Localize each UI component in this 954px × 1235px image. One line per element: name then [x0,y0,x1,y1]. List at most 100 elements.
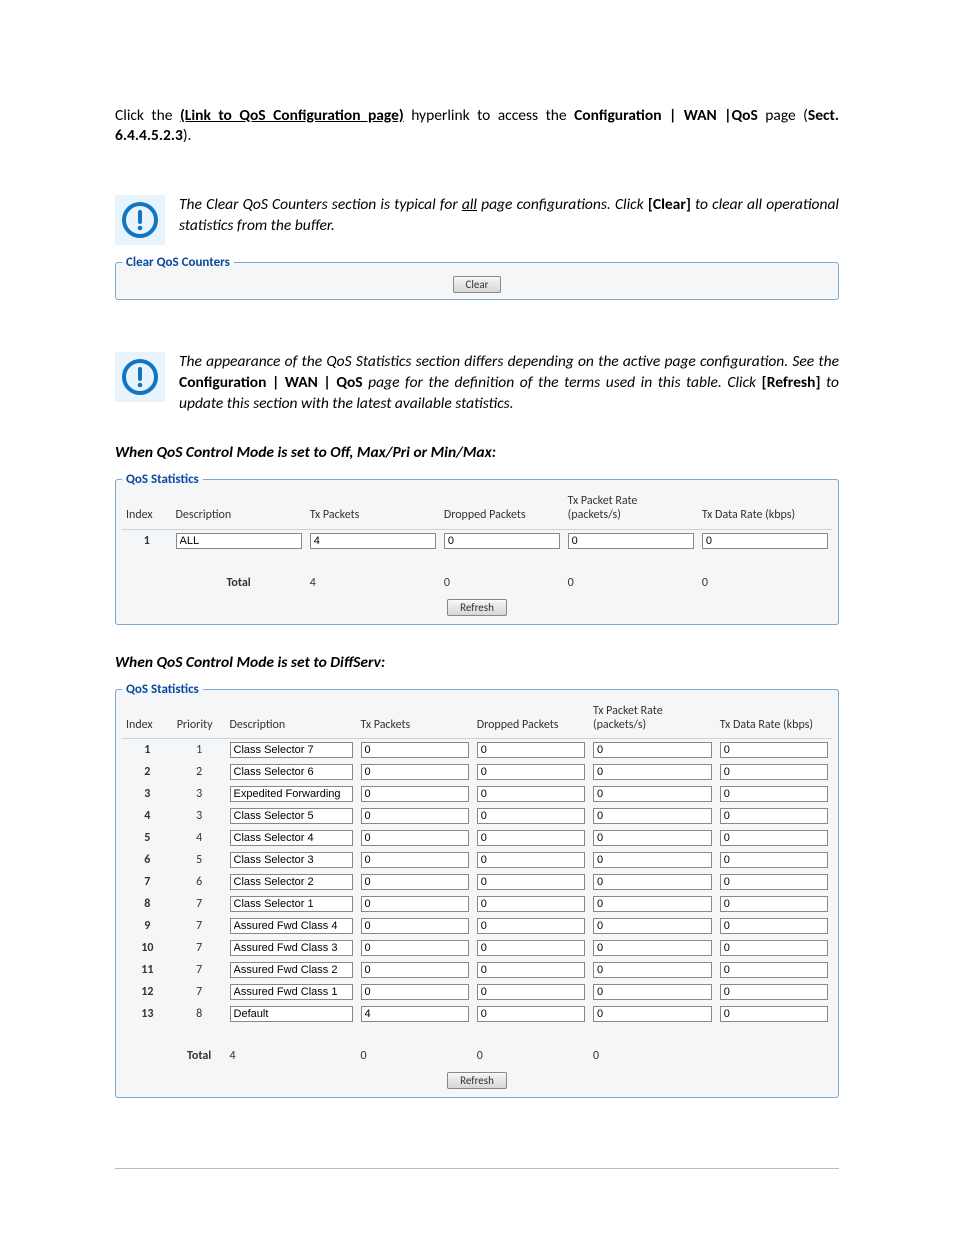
tx-input[interactable] [361,742,469,758]
desc-input[interactable] [230,786,353,802]
dp-input[interactable] [477,852,585,868]
table-row: 43 [122,805,832,827]
desc-input[interactable] [230,874,353,890]
dr-input[interactable] [720,918,828,934]
dr-input[interactable] [720,808,828,824]
pr-input[interactable] [568,533,694,549]
qos-config-link[interactable]: (Link to QoS Configuration page) [180,106,404,125]
dr-input[interactable] [720,896,828,912]
info-icon [115,195,165,245]
dp-input[interactable] [477,764,585,780]
table-row: 97 [122,915,832,937]
clear-qos-legend: Clear QoS Counters [122,255,234,270]
pr-input[interactable] [593,852,712,868]
tx-input[interactable] [361,962,469,978]
dr-input[interactable] [702,533,828,549]
dp-input[interactable] [477,962,585,978]
desc-input[interactable] [230,764,353,780]
desc-input[interactable] [230,808,353,824]
tx-input[interactable] [361,830,469,846]
tx-input[interactable] [361,852,469,868]
pr-input[interactable] [593,918,712,934]
tip2-text: The appearance of the QoS Statistics sec… [179,352,839,415]
intro-paragraph: Click the (Link to QoS Configuration pag… [115,106,839,148]
pr-input[interactable] [593,1006,712,1022]
tx-input[interactable] [361,984,469,1000]
qos-stats-diffserv-fieldset: QoS Statistics Index Priority Descriptio… [115,682,839,1099]
tx-input[interactable] [361,874,469,890]
tx-input[interactable] [361,896,469,912]
pr-input[interactable] [593,830,712,846]
pr-input[interactable] [593,896,712,912]
table-row: 1 [122,529,832,552]
info-icon [115,352,165,402]
desc-input[interactable] [230,896,353,912]
dp-input[interactable] [477,808,585,824]
pr-input[interactable] [593,874,712,890]
clear-qos-fieldset: Clear QoS Counters Clear [115,255,839,300]
dp-input[interactable] [477,830,585,846]
desc-input[interactable] [230,984,353,1000]
dp-input[interactable] [477,918,585,934]
qos-stats-legend: QoS Statistics [122,682,203,697]
tx-input[interactable] [361,940,469,956]
dp-input[interactable] [477,940,585,956]
dr-input[interactable] [720,742,828,758]
desc-input[interactable] [230,962,353,978]
pr-input[interactable] [593,764,712,780]
qos-diffserv-table: Index Priority Description Tx Packets Dr… [122,701,832,1067]
tx-input[interactable] [361,918,469,934]
dr-input[interactable] [720,984,828,1000]
dr-input[interactable] [720,852,828,868]
table-row: 65 [122,849,832,871]
dr-input[interactable] [720,940,828,956]
desc-input[interactable] [230,1006,353,1022]
refresh-button[interactable]: Refresh [447,1072,507,1089]
table-row: 127 [122,981,832,1003]
table-row: 117 [122,959,832,981]
desc-input[interactable] [230,852,353,868]
refresh-button[interactable]: Refresh [447,599,507,616]
tx-input[interactable] [310,533,436,549]
desc-input[interactable] [230,940,353,956]
dp-input[interactable] [477,742,585,758]
dp-input[interactable] [477,984,585,1000]
table-row: 11 [122,739,832,762]
pr-input[interactable] [593,940,712,956]
dp-input[interactable] [477,1006,585,1022]
pr-input[interactable] [593,962,712,978]
desc-input[interactable] [230,830,353,846]
pr-input[interactable] [593,742,712,758]
pr-input[interactable] [593,984,712,1000]
dr-input[interactable] [720,786,828,802]
tip1-text: The Clear QoS Counters section is typica… [179,195,839,237]
pr-input[interactable] [593,808,712,824]
dr-input[interactable] [720,830,828,846]
tx-input[interactable] [361,808,469,824]
tx-input[interactable] [361,764,469,780]
dr-input[interactable] [720,874,828,890]
table-row: 138 [122,1003,832,1025]
tx-input[interactable] [361,1006,469,1022]
dp-input[interactable] [477,896,585,912]
mode-off-heading: When QoS Control Mode is set to Off, Max… [115,443,839,462]
clear-button[interactable]: Clear [453,276,502,293]
footer-rule [115,1168,839,1169]
qos-off-table: Index Description Tx Packets Dropped Pac… [122,491,832,593]
dp-input[interactable] [477,874,585,890]
table-row: 33 [122,783,832,805]
desc-input[interactable] [176,533,302,549]
tx-input[interactable] [361,786,469,802]
dr-input[interactable] [720,962,828,978]
table-row: 76 [122,871,832,893]
dr-input[interactable] [720,764,828,780]
dp-input[interactable] [477,786,585,802]
desc-input[interactable] [230,742,353,758]
table-row: 107 [122,937,832,959]
dp-input[interactable] [444,533,560,549]
pr-input[interactable] [593,786,712,802]
dr-input[interactable] [720,1006,828,1022]
mode-diffserv-heading: When QoS Control Mode is set to DiffServ… [115,653,839,672]
table-row: 87 [122,893,832,915]
desc-input[interactable] [230,918,353,934]
